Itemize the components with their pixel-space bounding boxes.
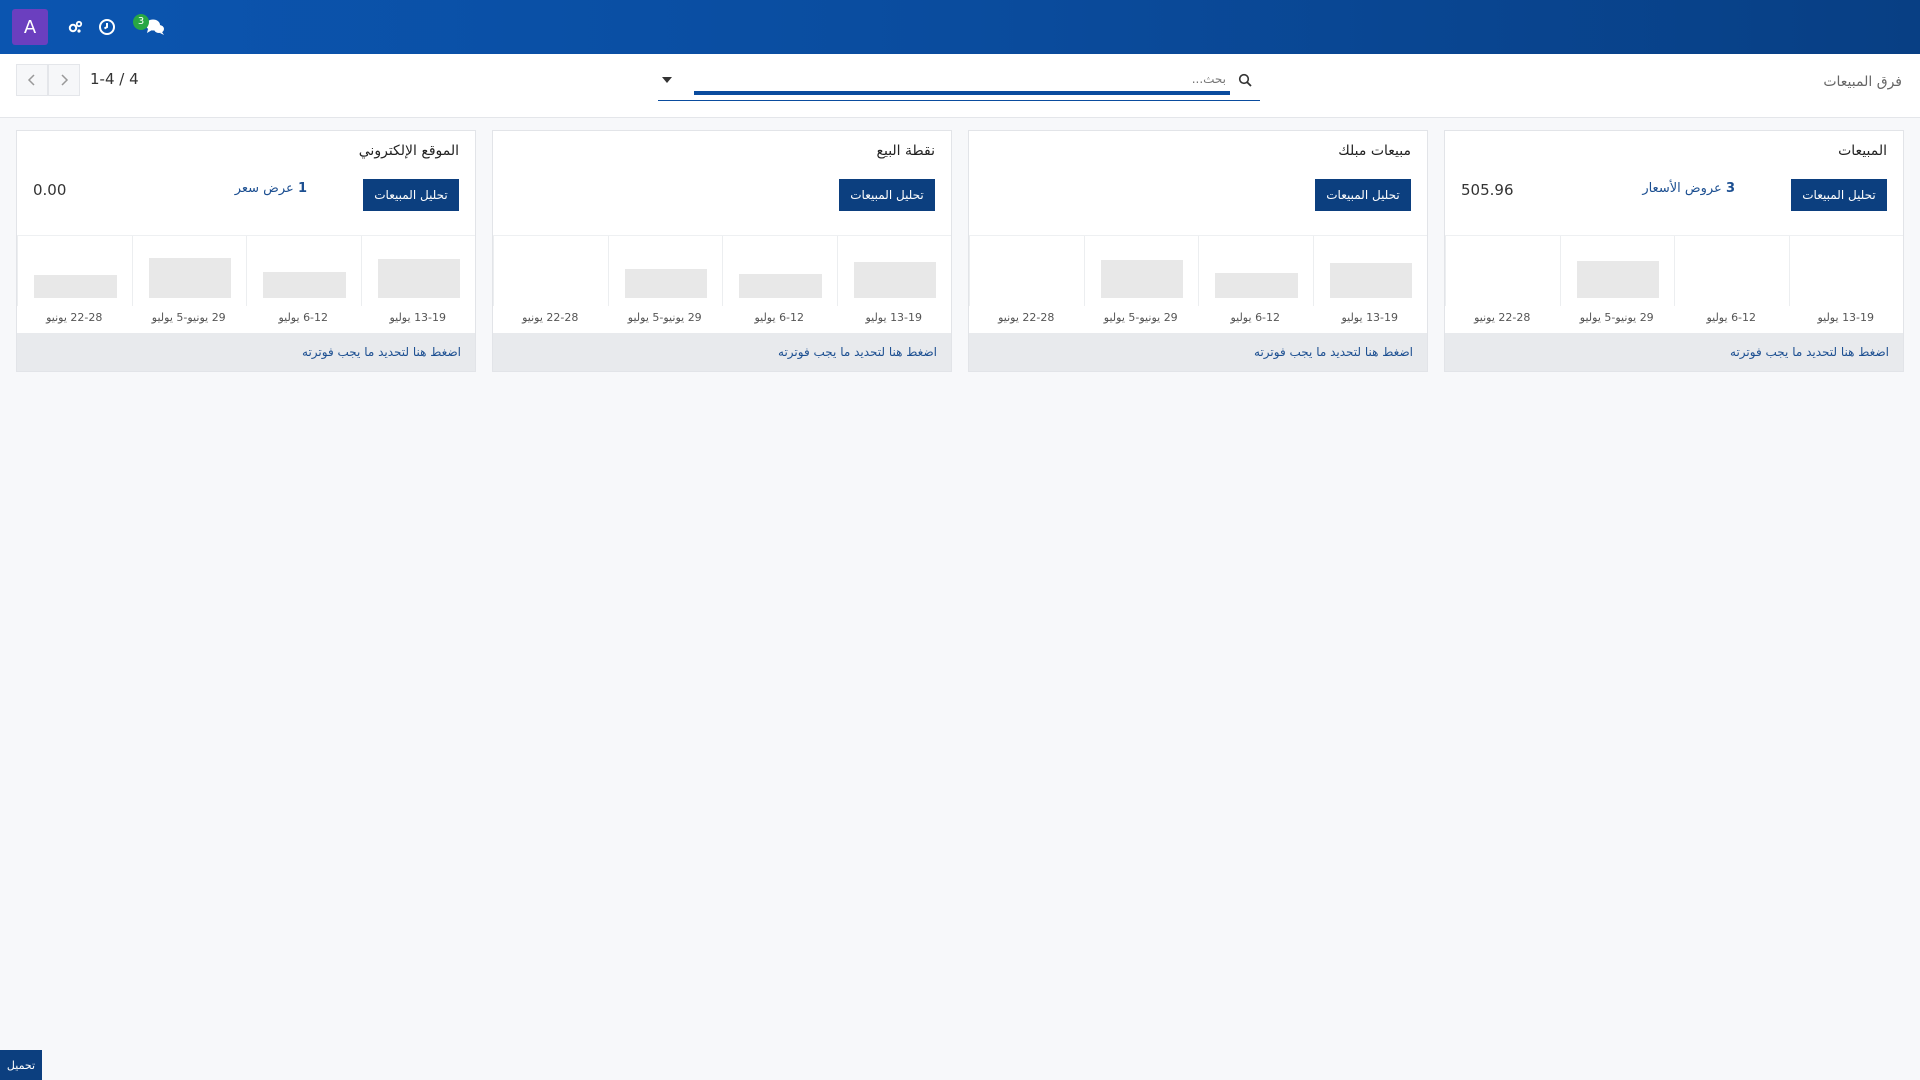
chart-column (722, 236, 837, 306)
chart-bar[interactable] (1215, 273, 1298, 298)
card-axis: 13-19 يوليو 6-12 يوليو 29 يونيو-5 يوليو 22-… (17, 305, 475, 331)
card-footer[interactable]: اضغط هنا لتحديد ما يجب فوترته (969, 333, 1427, 371)
sales-analysis-button[interactable]: تحليل المبيعات (839, 179, 935, 211)
search-dropdown-toggle[interactable] (662, 77, 672, 83)
team-card: الموقع الإلكتروني تحليل المبيعات 1 عرض س… (16, 130, 476, 372)
notification-badge: 3 (133, 14, 149, 30)
chart-tick-label: 29 يونيو-5 يوليو (1103, 311, 1178, 324)
chart-column (493, 236, 608, 306)
footer-link[interactable]: اضغط هنا لتحديد ما يجب فوترته (1254, 345, 1413, 359)
invoiced-amount: 505.96 (1461, 181, 1514, 199)
chart-column (1083, 236, 1199, 306)
chart-bar[interactable] (624, 269, 707, 298)
settings-icon[interactable] (62, 14, 88, 40)
chart-column (1198, 236, 1313, 306)
quotation-label: عرض سعر (234, 181, 294, 196)
chart-tick-label: 22-28 يونيو (46, 311, 103, 324)
footer-link[interactable]: اضغط هنا لتحديد ما يجب فوترته (302, 345, 461, 359)
chart-tick-label: 22-28 يونيو (522, 311, 579, 324)
card-chart (17, 235, 476, 306)
sales-analysis-button[interactable]: تحليل المبيعات (363, 179, 459, 211)
quotation-count: 1 (297, 181, 307, 196)
chart-column (131, 236, 247, 306)
breadcrumb: فرق المبيعات (1823, 74, 1902, 90)
chart-tick-label: 13-19 يوليو (1817, 311, 1875, 324)
team-card: نقطة البيع تحليل المبيعات 13-19 يوليو 6-1… (492, 130, 952, 372)
sales-analysis-button[interactable]: تحليل المبيعات (1315, 179, 1411, 211)
chart-tick-label: 6-12 يوليو (754, 311, 805, 324)
chart-column (836, 236, 952, 306)
chart-tick-label: 13-19 يوليو (389, 311, 447, 324)
chart-tick-label: 29 يونيو-5 يوليو (627, 311, 702, 324)
chart-tick-label: 13-19 يوليو (1341, 311, 1399, 324)
card-chart (969, 235, 1428, 306)
chart-column (1788, 236, 1904, 306)
chart-bar[interactable] (853, 262, 936, 298)
card-axis: 13-19 يوليو 6-12 يوليو 29 يونيو-5 يوليو 22-… (493, 305, 951, 331)
top-navbar: A 3 (0, 0, 1920, 54)
chart-column (360, 236, 476, 306)
search-bar (658, 63, 1260, 101)
clock-icon[interactable] (94, 14, 120, 40)
chart-bar[interactable] (377, 259, 460, 298)
chart-bar[interactable] (1100, 260, 1183, 298)
quotations-label: عروض الأسعار (1642, 181, 1722, 196)
chart-tick-label: 6-12 يوليو (1706, 311, 1757, 324)
card-chart (493, 235, 952, 306)
chart-bar[interactable] (34, 275, 117, 298)
team-card: المبيعات تحليل المبيعات 3 عروض الأسعار 5… (1444, 130, 1904, 372)
chart-column (1674, 236, 1789, 306)
quotations-count: 3 (1725, 181, 1735, 196)
chart-column (969, 236, 1084, 306)
footer-link[interactable]: اضغط هنا لتحديد ما يجب فوترته (1730, 345, 1889, 359)
download-tab[interactable]: تحميل (0, 1050, 42, 1080)
pager-value[interactable]: 1-4 / 4 (90, 70, 139, 88)
search-icon (1238, 72, 1252, 91)
chart-column (1312, 236, 1428, 306)
chart-tick-label: 6-12 يوليو (278, 311, 329, 324)
card-footer[interactable]: اضغط هنا لتحديد ما يجب فوترته (1445, 333, 1903, 371)
chart-column (1559, 236, 1675, 306)
card-chart (1445, 235, 1904, 306)
chart-column (1445, 236, 1560, 306)
team-card: مبيعات مبلك تحليل المبيعات 13-19 يوليو 6-… (968, 130, 1428, 372)
chart-tick-label: 6-12 يوليو (1230, 311, 1281, 324)
pager-next-button[interactable] (48, 64, 80, 96)
chart-bar[interactable] (148, 258, 231, 298)
pager-previous-button[interactable] (16, 64, 48, 96)
search-input[interactable] (694, 67, 1230, 95)
card-title[interactable]: نقطة البيع (877, 143, 935, 159)
card-title[interactable]: مبيعات مبلك (1338, 143, 1411, 159)
chart-tick-label: 22-28 يونيو (998, 311, 1055, 324)
control-panel: 1-4 / 4 فرق المبيعات (0, 54, 1920, 118)
card-footer[interactable]: اضغط هنا لتحديد ما يجب فوترته (17, 333, 475, 371)
invoiced-amount: 0.00 (33, 181, 67, 199)
quotation-link[interactable]: 1 عرض سعر (235, 181, 307, 196)
avatar[interactable]: A (12, 9, 48, 45)
chart-tick-label: 13-19 يوليو (865, 311, 923, 324)
chart-column (607, 236, 723, 306)
chevron-right-icon (61, 74, 69, 86)
card-axis: 13-19 يوليو 6-12 يوليو 29 يونيو-5 يوليو 22-… (1445, 305, 1903, 331)
card-footer[interactable]: اضغط هنا لتحديد ما يجب فوترته (493, 333, 951, 371)
chart-tick-label: 29 يونيو-5 يوليو (151, 311, 226, 324)
chart-bar[interactable] (1576, 261, 1659, 298)
chart-bar[interactable] (263, 272, 346, 298)
chart-bar[interactable] (739, 274, 822, 298)
footer-link[interactable]: اضغط هنا لتحديد ما يجب فوترته (778, 345, 937, 359)
chevron-left-icon (27, 74, 35, 86)
quotations-link[interactable]: 3 عروض الأسعار (1642, 181, 1735, 196)
card-title[interactable]: الموقع الإلكتروني (359, 143, 459, 159)
chart-tick-label: 29 يونيو-5 يوليو (1579, 311, 1654, 324)
chart-bar[interactable] (1329, 263, 1412, 298)
sales-analysis-button[interactable]: تحليل المبيعات (1791, 179, 1887, 211)
chart-tick-label: 22-28 يونيو (1474, 311, 1531, 324)
chart-column (17, 236, 132, 306)
card-axis: 13-19 يوليو 6-12 يوليو 29 يونيو-5 يوليو 22-… (969, 305, 1427, 331)
chart-column (246, 236, 361, 306)
card-title[interactable]: المبيعات (1838, 143, 1887, 159)
